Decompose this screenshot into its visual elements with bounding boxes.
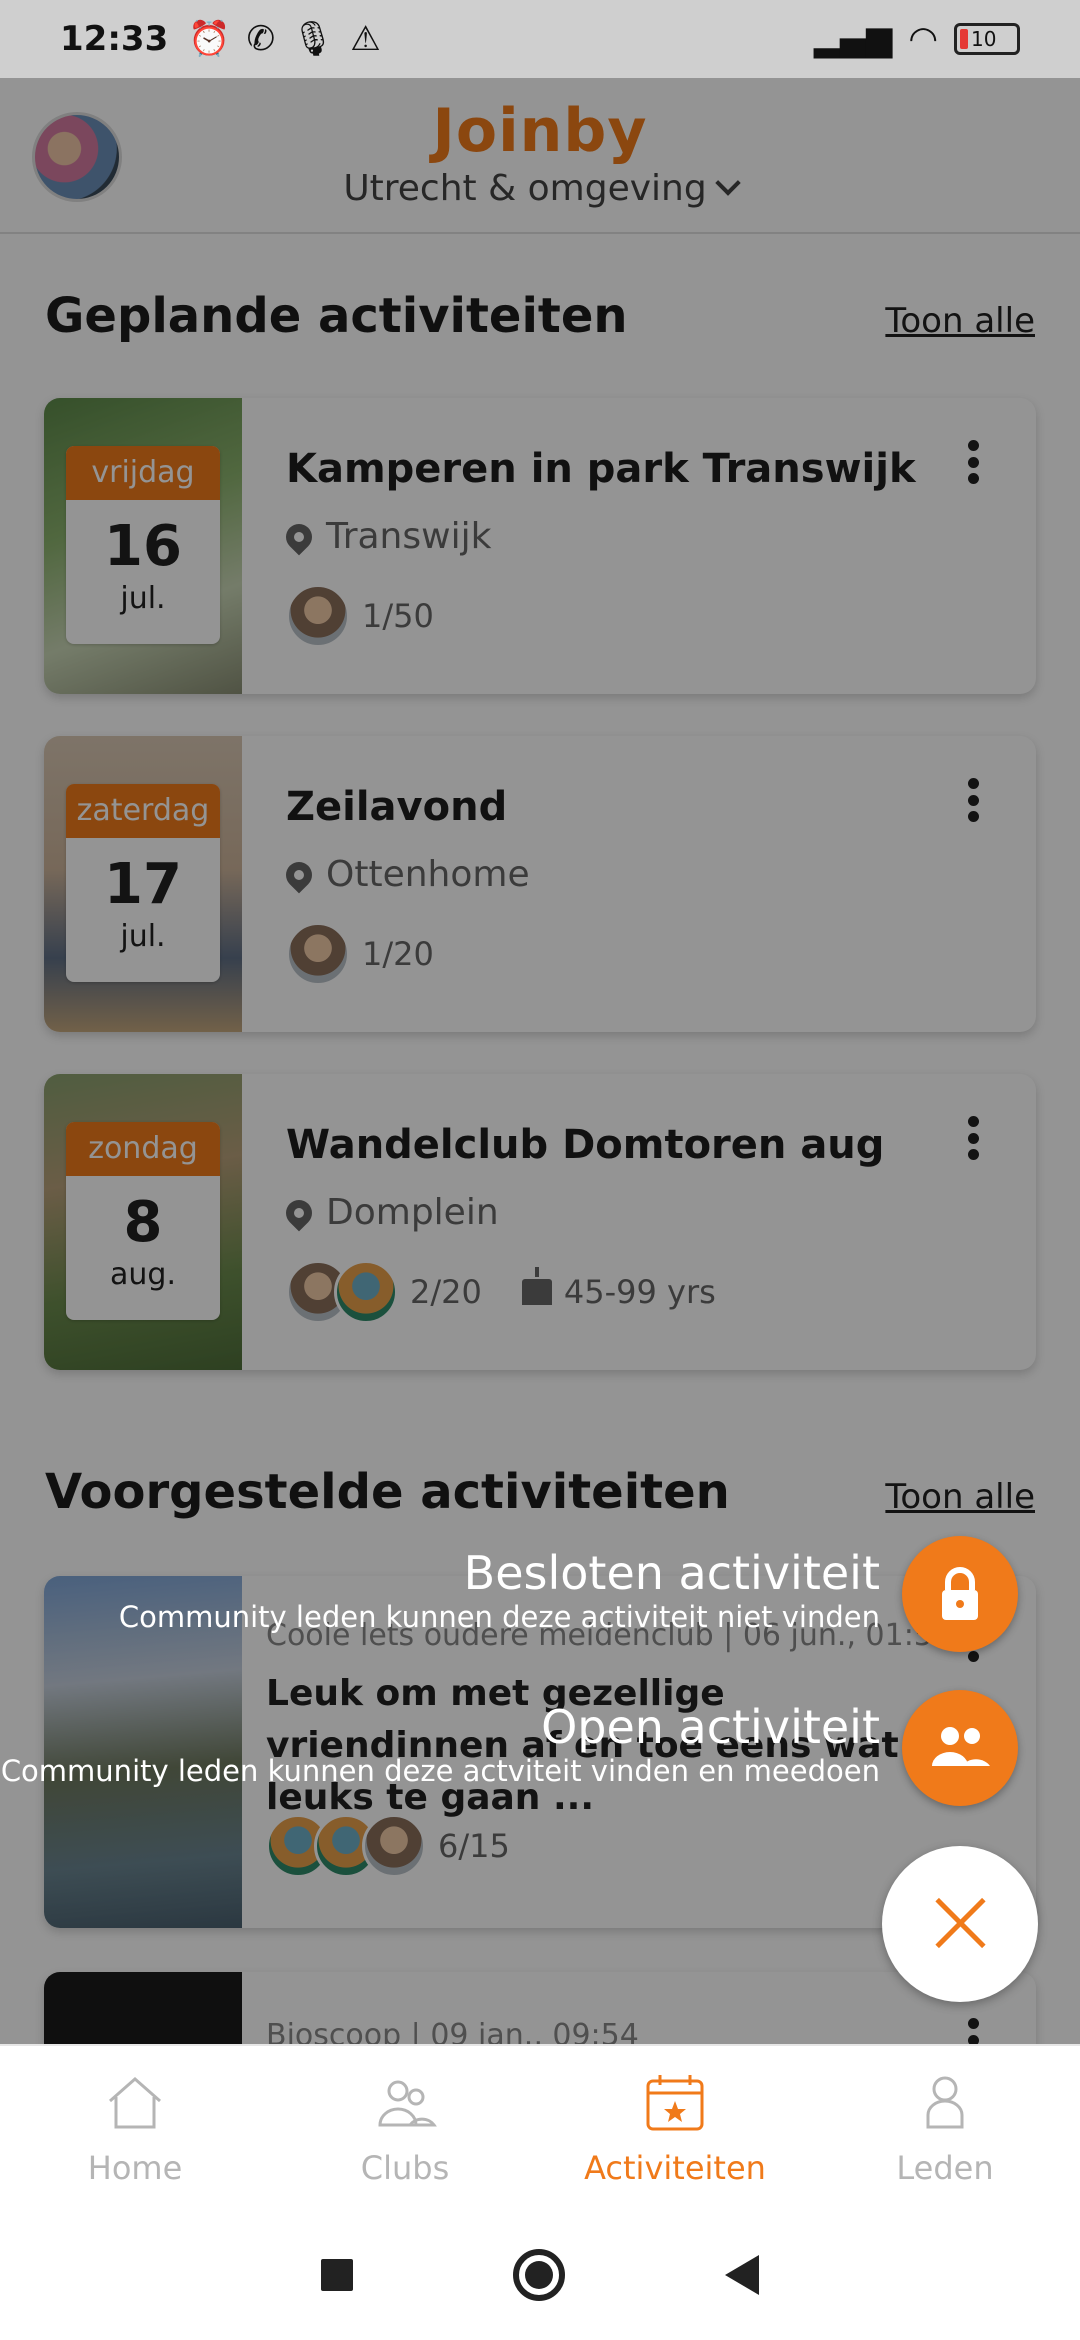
microphone-icon: 🎙 bbox=[291, 19, 335, 59]
nav-label: Clubs bbox=[360, 2149, 450, 2187]
close-fab-button[interactable] bbox=[882, 1846, 1038, 2002]
battery-icon: 10 bbox=[954, 23, 1020, 55]
whatsapp-icon: ✆ bbox=[246, 19, 276, 59]
open-activity-option[interactable]: Open activiteit Community leden kunnen d… bbox=[1, 1700, 880, 1788]
clubs-icon bbox=[378, 2080, 437, 2127]
open-activity-button[interactable] bbox=[902, 1690, 1018, 1806]
option-label: Besloten activiteit bbox=[463, 1546, 880, 1600]
option-label: Open activiteit bbox=[541, 1700, 880, 1754]
warning-icon: ⚠ bbox=[350, 19, 381, 59]
nav-label: Leden bbox=[896, 2149, 994, 2187]
home-icon bbox=[109, 2077, 161, 2129]
closed-activity-button[interactable] bbox=[902, 1536, 1018, 1652]
alarm-icon: ⏰ bbox=[188, 19, 231, 59]
option-description: Community leden kunnen deze actviteit vi… bbox=[0, 1754, 880, 1788]
status-time: 12:33 bbox=[60, 19, 169, 59]
system-navigation bbox=[0, 2210, 1080, 2340]
person-icon bbox=[926, 2076, 964, 2129]
nav-item-activities[interactable]: Activiteiten bbox=[540, 2046, 810, 2210]
nav-item-home[interactable]: Home bbox=[0, 2046, 270, 2210]
signal-icon: ▂▄▆ bbox=[813, 19, 893, 59]
wifi-icon: ◠ bbox=[908, 19, 938, 59]
bottom-navigation: Home Clubs Activiteiten Leden bbox=[0, 2044, 1080, 2210]
recents-icon[interactable] bbox=[321, 2259, 353, 2291]
battery-level: 10 bbox=[971, 27, 997, 51]
group-icon bbox=[932, 1727, 990, 1766]
calendar-icon bbox=[646, 2075, 704, 2131]
home-button-icon[interactable] bbox=[513, 2249, 565, 2301]
lock-icon bbox=[942, 1567, 978, 1620]
option-description: Community leden kunnen deze activiteit n… bbox=[118, 1600, 880, 1634]
closed-activity-option[interactable]: Besloten activiteit Community leden kunn… bbox=[119, 1546, 880, 1634]
nav-label: Home bbox=[87, 2149, 183, 2187]
nav-item-clubs[interactable]: Clubs bbox=[270, 2046, 540, 2210]
nav-label: Activiteiten bbox=[584, 2149, 766, 2187]
back-icon[interactable] bbox=[725, 2255, 759, 2295]
nav-item-members[interactable]: Leden bbox=[810, 2046, 1080, 2210]
status-bar: 12:33 ⏰ ✆ 🎙 ⚠ ▂▄▆ ◠ 10 bbox=[0, 0, 1080, 78]
